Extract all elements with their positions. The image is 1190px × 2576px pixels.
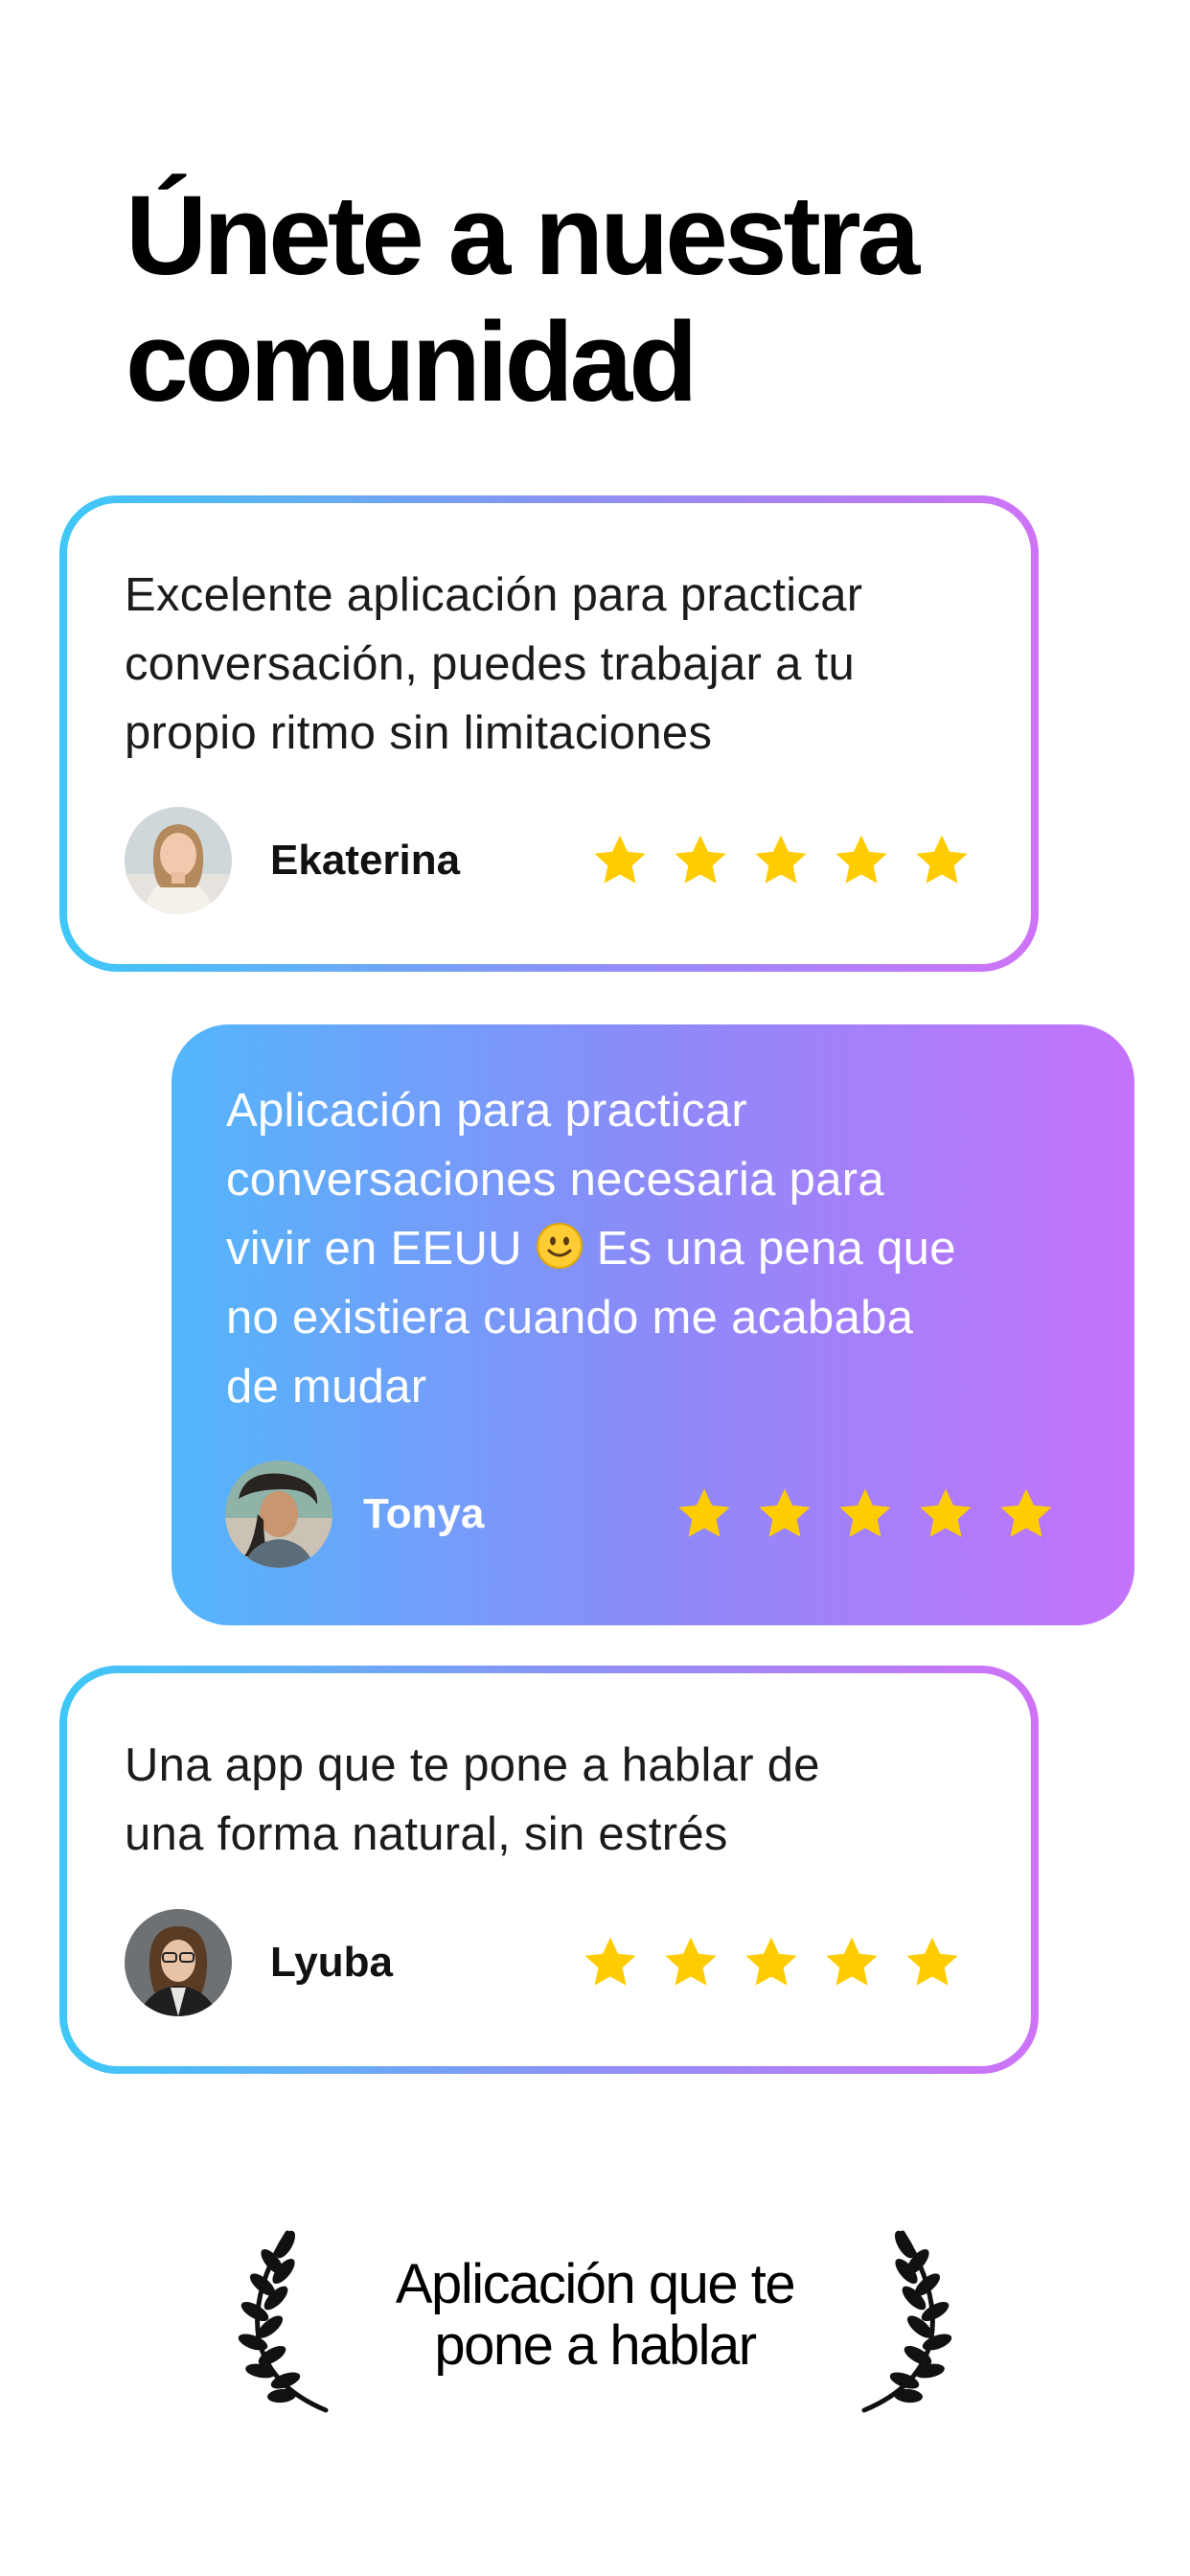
star-icon	[906, 1937, 958, 1986]
star-icon	[916, 835, 968, 884]
star-icon	[678, 1488, 730, 1537]
review-text: Excelente aplicación para practicar conv…	[125, 569, 863, 759]
star-icon	[594, 835, 646, 884]
rating-stars	[590, 831, 972, 890]
star-icon	[826, 1937, 878, 1986]
review-card-lyuba: Una app que te pone a hablar de una form…	[59, 1666, 1039, 2074]
star-icon	[759, 1488, 811, 1537]
star-icon	[584, 1937, 636, 1986]
avatar	[225, 1460, 332, 1568]
review-card-tonya: Aplicación para practicar conversaciones…	[172, 1024, 1134, 1625]
review-card-ekaterina: Excelente aplicación para practicar conv…	[59, 495, 1039, 972]
page-title-line-1: Únete a nuestra	[126, 172, 920, 299]
star-icon	[920, 1488, 972, 1537]
reviewer-name: Ekaterina	[270, 837, 461, 884]
page-title-line-2: comunidad	[126, 299, 698, 426]
slightly-smiling-face-icon	[536, 1223, 583, 1269]
rating-stars	[581, 1933, 962, 1992]
star-icon	[675, 835, 726, 884]
rating-stars	[675, 1484, 1056, 1544]
star-icon	[1000, 1488, 1052, 1537]
star-icon	[745, 1937, 797, 1986]
avatar	[125, 807, 232, 914]
star-icon	[665, 1937, 717, 1986]
avatar	[125, 1909, 232, 2016]
star-icon	[755, 835, 807, 884]
star-icon	[835, 835, 887, 884]
review-text: Aplicación para practicar conversaciones…	[226, 1085, 956, 1413]
reviewer-name: Lyuba	[270, 1939, 393, 1986]
review-text: Una app que te pone a hablar de una form…	[125, 1739, 820, 1860]
award-caption: Aplicación que te pone a hablar	[395, 2253, 796, 2377]
reviewer-name: Tonya	[363, 1490, 485, 1537]
page-title: Únete a nuestra comunidad	[126, 172, 920, 426]
star-icon	[839, 1488, 891, 1537]
